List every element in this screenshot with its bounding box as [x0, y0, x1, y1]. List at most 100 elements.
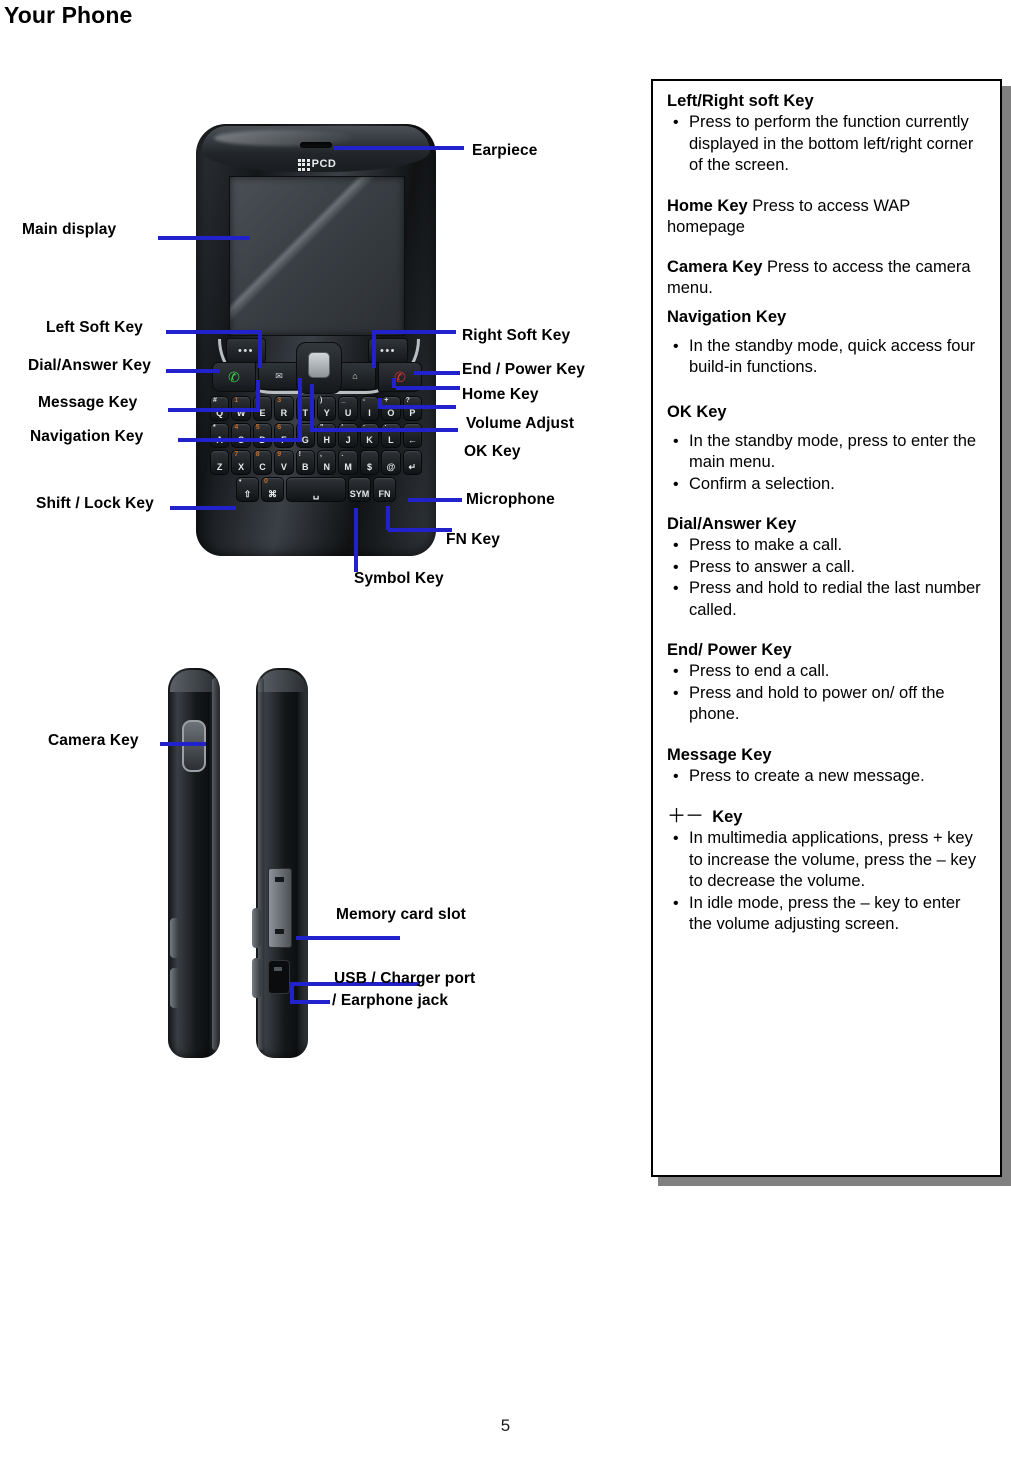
key-y[interactable]: ) Y: [317, 396, 337, 421]
callout-right-soft-key: Right Soft Key: [462, 327, 571, 344]
phone-front-view: PCD ••• ••• ✆ ✆ ✉ ⌂ #Q 1W 2E 3R (T )Y: [196, 124, 436, 556]
dial-answer-key[interactable]: ✆: [212, 362, 256, 392]
section-heading-end-power-key: End/ Power Key: [667, 641, 792, 659]
section-heading-dial-answer-key: Dial/Answer Key: [667, 515, 797, 533]
callout-usb-charger-port: USB / Charger port: [334, 970, 476, 987]
key-i[interactable]: -I: [359, 396, 380, 421]
callout-main-display: Main display: [22, 221, 117, 238]
key-zero[interactable]: 0 ⌘: [261, 477, 284, 502]
side-top-chrome-2: [258, 670, 306, 692]
key-s[interactable]: 4S: [231, 423, 251, 448]
leader-message-key-h: [168, 408, 260, 412]
message-key[interactable]: ✉: [258, 362, 300, 390]
leader-usb-port-h2: [290, 1000, 330, 1004]
key-fn[interactable]: FN: [373, 477, 396, 502]
memory-card-slot[interactable]: [268, 868, 292, 948]
list-item: Press to create a new message.: [673, 766, 986, 788]
keyboard-row-2: *A 4S 5D 6F /G "H 'J :K ;L ←: [209, 423, 423, 448]
keyboard-row-4: • ⇧ 0 ⌘ ␣ SYM FN: [210, 477, 422, 502]
key-j[interactable]: 'J: [338, 423, 358, 448]
leader-shift-lock-key: [170, 506, 236, 510]
key-c[interactable]: 8C: [252, 450, 273, 475]
key-functions-info-box: Left/Right soft Key Press to perform the…: [651, 79, 1002, 1177]
key-enter[interactable]: ↵: [402, 450, 423, 475]
leader-home-key-v: [392, 378, 396, 388]
key-a[interactable]: *A: [209, 423, 230, 448]
key-z[interactable]: Z: [209, 450, 230, 475]
key-r[interactable]: 3R: [274, 396, 294, 421]
leader-ok-key-v: [310, 384, 314, 430]
camera-key[interactable]: [182, 720, 206, 772]
list-item: Press to answer a call.: [673, 557, 986, 579]
page-number: 5: [500, 1416, 511, 1435]
key-l[interactable]: ;L: [381, 423, 401, 448]
callout-volume-adjust: Volume Adjust: [466, 415, 575, 432]
leader-right-soft-key-h: [372, 330, 456, 334]
callout-earpiece: Earpiece: [472, 142, 538, 159]
key-symbol[interactable]: SYM: [348, 477, 371, 502]
earpiece-speaker: [300, 142, 332, 148]
leader-end-power-key: [414, 371, 460, 375]
section-heading-navigation-key: Navigation Key: [667, 307, 787, 326]
key-space[interactable]: ␣: [286, 477, 346, 502]
qwerty-keyboard[interactable]: #Q 1W 2E 3R (T )Y _U -I +O ?P *A 4S 5D 6…: [209, 396, 423, 506]
callout-shift-lock-key: Shift / Lock Key: [36, 495, 154, 512]
leader-camera-key: [160, 742, 206, 746]
volume-key-word: Key: [712, 808, 743, 826]
key-x[interactable]: 7X: [231, 450, 251, 475]
leader-fn-key-h: [388, 528, 452, 532]
leader-fn-key-v: [386, 506, 390, 530]
key-f[interactable]: 6F: [274, 423, 294, 448]
callout-navigation-key: Navigation Key: [30, 428, 144, 445]
list-item: Press to end a call.: [673, 661, 986, 683]
leader-dial-answer-key: [166, 369, 220, 373]
list-item: In multimedia applications, press + key …: [673, 828, 986, 893]
leader-left-soft-key-h: [166, 330, 262, 334]
volume-rocker-upper-2[interactable]: [252, 908, 261, 948]
logo-text: PCD: [311, 158, 337, 170]
bullet-list-navigation-key: In the standby mode, quick access four b…: [667, 336, 986, 379]
leader-symbol-key-v: [354, 508, 358, 570]
key-at[interactable]: @: [381, 450, 401, 475]
key-d[interactable]: 5D: [252, 423, 273, 448]
key-b[interactable]: ! B: [295, 450, 315, 475]
key-shift-lock[interactable]: • ⇧: [236, 477, 259, 502]
leader-earpiece: [334, 146, 464, 150]
side-edge-trim: [212, 678, 218, 1050]
section-heading-ok-key: OK Key: [667, 402, 727, 421]
key-n[interactable]: ,N: [317, 450, 337, 475]
key-backspace[interactable]: ←: [402, 423, 423, 448]
volume-rocker-upper[interactable]: [170, 918, 179, 958]
section-home-key: Home Key Press to access WAP homepage: [667, 196, 986, 238]
key-dollar[interactable]: $: [359, 450, 380, 475]
key-v[interactable]: 9V: [274, 450, 294, 475]
section-camera-key: Camera Key Press to access the camera me…: [667, 257, 986, 299]
key-m[interactable]: .M: [338, 450, 358, 475]
list-item: In the standby mode, quick access four b…: [673, 336, 986, 379]
volume-rocker-lower[interactable]: [170, 968, 179, 1008]
callout-earphone-jack: / Earphone jack: [332, 992, 449, 1009]
usb-charger-port[interactable]: [268, 960, 290, 994]
key-k[interactable]: :K: [359, 423, 380, 448]
bullet-list-left-right-soft-key: Press to perform the function currently …: [667, 112, 986, 177]
callout-microphone: Microphone: [466, 491, 555, 508]
leader-navigation-key-h: [178, 438, 302, 442]
callout-fn-key: FN Key: [446, 531, 501, 548]
bullet-list-volume-key: In multimedia applications, press + key …: [667, 828, 986, 936]
leader-ok-key-h: [310, 428, 458, 432]
volume-rocker-lower-2[interactable]: [252, 958, 261, 998]
leader-volume-adjust-v: [378, 398, 382, 408]
callout-left-soft-key: Left Soft Key: [46, 319, 143, 336]
key-u[interactable]: _ U: [338, 396, 358, 421]
leader-memory-card-slot: [296, 936, 400, 940]
ok-key[interactable]: [308, 352, 330, 378]
key-h[interactable]: "H: [317, 423, 337, 448]
logo-dot-grid: [297, 158, 310, 171]
bullet-list-message-key: Press to create a new message.: [667, 766, 986, 788]
callout-camera-key: Camera Key: [48, 732, 139, 749]
leader-home-key-h: [396, 386, 460, 390]
